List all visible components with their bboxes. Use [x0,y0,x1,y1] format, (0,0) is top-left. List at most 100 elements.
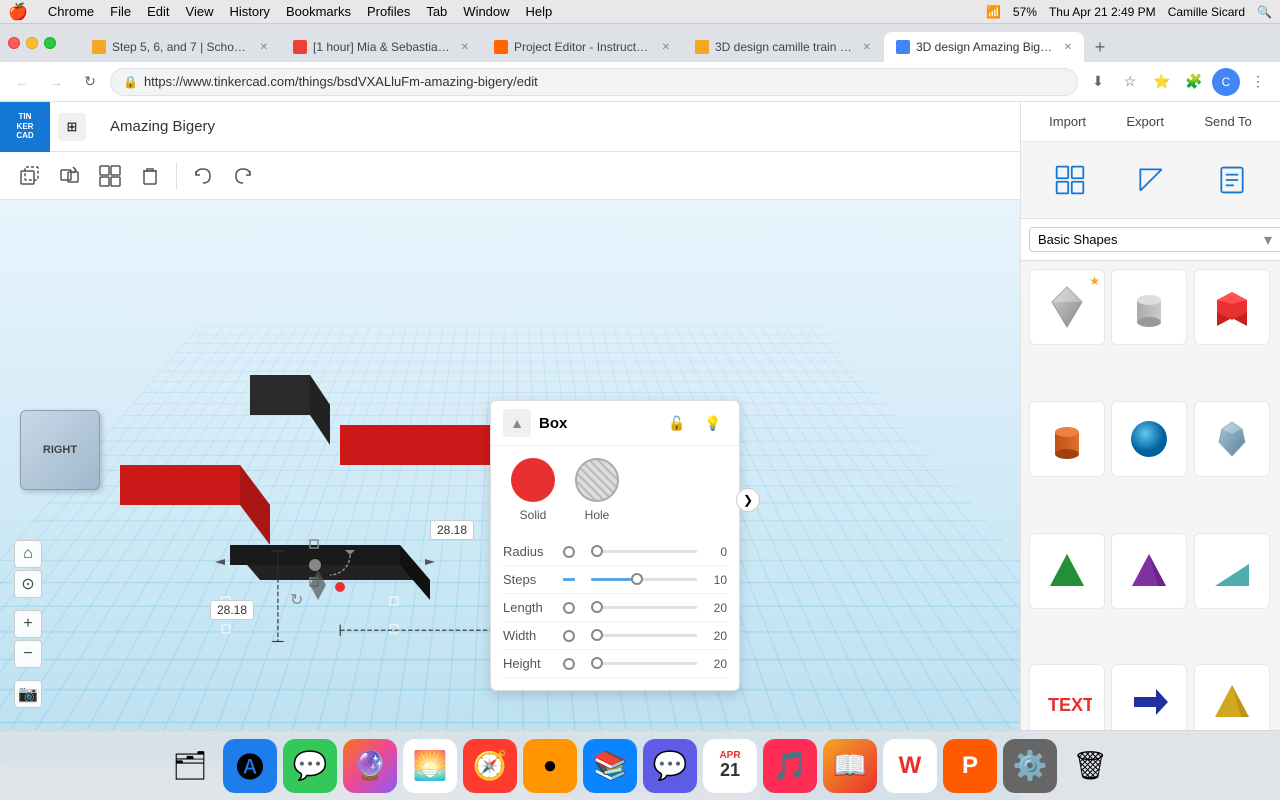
solid-option[interactable]: Solid [511,458,555,522]
shape-item-cylinder-orange[interactable] [1029,401,1105,477]
height-handle[interactable] [591,657,603,669]
tab-5[interactable]: 3D design Amazing Bigery... ✕ [884,32,1084,62]
menu-bookmarks[interactable]: Bookmarks [286,4,351,19]
dock-calendar[interactable]: APR21 [703,739,757,793]
traffic-light-red[interactable] [8,37,20,49]
profile-icon[interactable]: C [1212,68,1240,96]
smart-duplicate-button[interactable] [52,158,88,194]
tab-1[interactable]: Step 5, 6, and 7 | Schoolo... ✕ [80,32,280,62]
length-handle[interactable] [591,601,603,613]
tab-5-close[interactable]: ✕ [1064,42,1072,53]
dock-word[interactable]: W [883,739,937,793]
home-button[interactable]: ⌂ [14,540,42,568]
steps-slider[interactable] [563,578,697,581]
reload-button[interactable]: ↻ [76,68,104,96]
zoom-in-button[interactable]: + [14,610,42,638]
grid-view-button[interactable] [1040,150,1100,210]
steps-track[interactable] [591,578,697,581]
forward-button[interactable]: → [42,68,70,96]
length-track[interactable] [591,606,697,609]
url-bar[interactable]: 🔒 https://www.tinkercad.com/things/bsdVX… [110,68,1078,96]
shape-item-gem1[interactable]: ★ [1029,269,1105,345]
radius-slider[interactable] [563,546,697,558]
delete-button[interactable] [132,158,168,194]
duplicate-button[interactable] [12,158,48,194]
notes-button[interactable] [1202,150,1262,210]
dock-discord[interactable]: 💬 [643,739,697,793]
menu-search-icon[interactable]: 🔍 [1257,5,1272,19]
width-track[interactable] [591,634,697,637]
menu-tab[interactable]: Tab [426,4,447,19]
extension-icon[interactable]: 🧩 [1180,68,1208,96]
apple-menu[interactable]: 🍎 [8,2,28,22]
steps-handle[interactable] [631,573,643,585]
fit-button[interactable]: ⊙ [14,570,42,598]
menu-file[interactable]: File [110,4,131,19]
tab-3-close[interactable]: ✕ [662,42,670,53]
shape-item-pyramid-green[interactable] [1029,533,1105,609]
import-button[interactable]: Import [1033,108,1102,135]
redo-button[interactable] [225,158,261,194]
dock-messages[interactable]: 💬 [283,739,337,793]
props-visible-button[interactable]: 💡 [699,409,727,437]
shape-item-pyramid-purple[interactable] [1111,533,1187,609]
hole-option[interactable]: Hole [575,458,619,522]
tab-4[interactable]: 3D design camille train | T... ✕ [683,32,883,62]
dock-safari[interactable]: 🧭 [463,739,517,793]
props-lock-button[interactable]: 🔓 [663,409,691,437]
grid-view-icon[interactable]: ⊞ [58,113,86,141]
tab-2-close[interactable]: ✕ [461,42,469,53]
shape-item-gem2[interactable] [1194,401,1270,477]
star-icon[interactable]: ⭐ [1148,68,1176,96]
viewport-cube[interactable]: RIGHT [20,410,100,490]
dock-siri[interactable]: 🔮 [343,739,397,793]
tab-2[interactable]: [1 hour] Mia & Sebastian's... ✕ [281,32,481,62]
width-handle[interactable] [591,629,603,641]
shape-item-arrow-dark-blue[interactable] [1111,664,1187,740]
shape-category-select[interactable]: Basic Shapes [1029,227,1280,252]
zoom-out-button[interactable]: − [14,640,42,668]
dock-books2[interactable]: 📖 [823,739,877,793]
menu-view[interactable]: View [186,4,214,19]
shape-item-box-red[interactable] [1194,269,1270,345]
menu-window[interactable]: Window [463,4,509,19]
radius-track[interactable] [591,550,697,553]
tab-3[interactable]: Project Editor - Instructab... ✕ [482,32,682,62]
tab-1-close[interactable]: ✕ [260,42,268,53]
dock-music[interactable]: 🎵 [763,739,817,793]
dock-appstore[interactable]: 🅐 [223,739,277,793]
new-tab-button[interactable]: + [1085,32,1115,62]
shape-item-text-red[interactable]: TEXT [1029,664,1105,740]
group-button[interactable] [92,158,128,194]
width-slider[interactable] [563,630,697,642]
shape-item-cylinder-silver[interactable] [1111,269,1187,345]
menu-profiles[interactable]: Profiles [367,4,410,19]
height-slider[interactable] [563,658,697,670]
undo-button[interactable] [185,158,221,194]
props-collapse-button[interactable]: ▲ [503,409,531,437]
dock-chrome[interactable]: ● [523,739,577,793]
send-to-button[interactable]: Send To [1188,108,1267,135]
radius-handle[interactable] [591,545,603,557]
menu-history[interactable]: History [229,4,269,19]
menu-help[interactable]: Help [526,4,553,19]
dock-books[interactable]: 📚 [583,739,637,793]
corner-view-button[interactable] [1121,150,1181,210]
length-slider[interactable] [563,602,697,614]
camera-button[interactable]: 📷 [14,680,42,708]
back-button[interactable]: ← [8,68,36,96]
dock-settings[interactable]: ⚙️ [1003,739,1057,793]
traffic-light-yellow[interactable] [26,37,38,49]
dock-trash[interactable]: 🗑 [1063,739,1117,793]
more-menu-icon[interactable]: ⋮ [1244,68,1272,96]
shape-item-sphere-blue[interactable] [1111,401,1187,477]
dock-finder[interactable]: 🗂 [163,739,217,793]
tab-4-close[interactable]: ✕ [863,42,871,53]
traffic-light-green[interactable] [44,37,56,49]
canvas-area[interactable]: ↻ [0,200,1020,800]
shape-item-wedge-teal[interactable] [1194,533,1270,609]
download-icon[interactable]: ⬇ [1084,68,1112,96]
shape-item-pyramid-yellow[interactable] [1194,664,1270,740]
menu-chrome[interactable]: Chrome [48,4,94,19]
bookmark-icon[interactable]: ☆ [1116,68,1144,96]
